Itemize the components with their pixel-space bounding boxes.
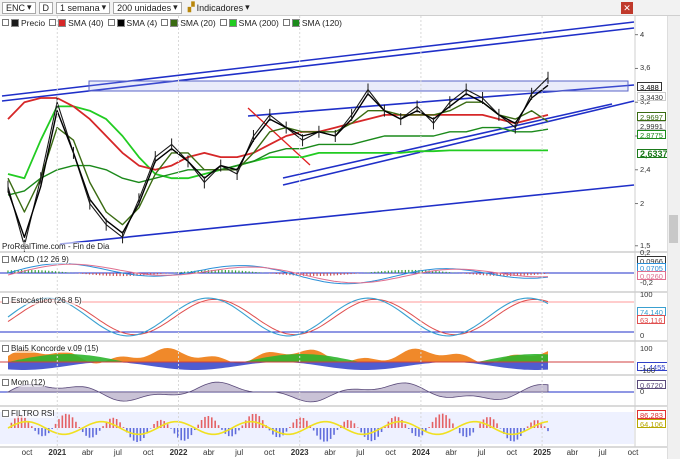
- stoch-k-line: [7, 297, 549, 337]
- chart-canvas: [0, 16, 667, 448]
- macd-axis-tick: -0,2: [640, 278, 653, 287]
- x-axis-month-label: abr: [324, 448, 336, 457]
- rsi-label: FILTRO RSI: [2, 409, 55, 418]
- watermark: ProRealTime.com - Fin de Dia: [2, 242, 110, 251]
- series-sma-40-: [7, 97, 549, 171]
- stoch-axis-tick: 0: [640, 331, 645, 340]
- stoch-value-tag: 63,116: [637, 315, 666, 325]
- x-axis-month-label: oct: [142, 448, 154, 457]
- price-tag: 2,6337: [637, 149, 671, 159]
- price-tag: 2,8775: [637, 130, 666, 140]
- price-tag: 2,9697: [637, 112, 666, 122]
- x-axis-month-label: jul: [477, 448, 486, 457]
- stoch-axis-tick: 100: [640, 290, 653, 299]
- stoch-label: Estocástico (26 8 5): [2, 296, 82, 305]
- macd-axis-tick: 0,2: [640, 248, 651, 257]
- series-precio: [7, 77, 549, 247]
- y-axis-label: 4: [640, 29, 645, 39]
- mom-label-text: Mom (12): [11, 378, 46, 387]
- x-axis-year-label: 2024: [411, 448, 430, 457]
- konc-label-text: Blai5 Koncorde v.09 (15): [11, 344, 99, 353]
- x-axis-month-label: jul: [235, 448, 244, 457]
- y-axis-label: 2,4: [640, 164, 651, 174]
- konc-axis-tick: 100: [640, 344, 653, 353]
- x-axis-month-label: oct: [385, 448, 396, 457]
- rsi-value-tag: 64,106: [637, 419, 666, 429]
- rsi-label-text: FILTRO RSI: [11, 409, 55, 418]
- trend-line: [282, 100, 635, 186]
- mom-area: [6, 381, 549, 403]
- series-sma-4-: [7, 84, 549, 238]
- x-axis-month-label: jul: [598, 448, 607, 457]
- x-axis-month-label: oct: [627, 448, 639, 457]
- stoch-checkbox[interactable]: [2, 297, 9, 304]
- watermark-text: ProRealTime.com - Fin de Dia: [2, 242, 110, 251]
- mom-label: Mom (12): [2, 378, 46, 387]
- rsi-value-tag: 86,283: [637, 410, 666, 420]
- x-axis-month-label: abr: [445, 448, 457, 457]
- mom-checkbox[interactable]: [2, 379, 9, 386]
- konc-axis-tick: -100: [640, 366, 656, 375]
- x-axis-month-label: abr: [203, 448, 215, 457]
- macd-label: MACD (12 26 9): [2, 255, 69, 264]
- macd-checkbox[interactable]: [2, 256, 9, 263]
- x-axis-month-label: abr: [81, 448, 94, 457]
- x-axis-year-label: 2022: [169, 448, 188, 457]
- price-tag: 3,488: [637, 82, 662, 92]
- konc-label: Blai5 Koncorde v.09 (15): [2, 344, 99, 353]
- rsi-checkbox[interactable]: [2, 410, 9, 417]
- konc-checkbox[interactable]: [2, 345, 9, 352]
- x-axis-month-label: oct: [21, 448, 33, 457]
- x-axis-month-label: jul: [113, 448, 122, 457]
- x-axis-month-label: abr: [566, 448, 579, 457]
- price-tag: 2,9991: [637, 121, 666, 131]
- x-axis-year-label: 2021: [48, 448, 67, 457]
- scrollbar-thumb[interactable]: [669, 215, 678, 243]
- stoch-label-text: Estocástico (26 8 5): [11, 296, 82, 305]
- x-axis-year-label: 2023: [290, 448, 309, 457]
- y-axis-label: 3,6: [640, 63, 651, 73]
- mom-axis-tick: 0: [640, 387, 645, 396]
- price-tag: 3,3430: [637, 92, 666, 102]
- y-axis-label: 2: [640, 198, 645, 208]
- x-axis-year-label: 2025: [533, 448, 551, 457]
- x-axis-month-label: jul: [356, 448, 365, 457]
- x-axis-month-label: oct: [506, 448, 518, 457]
- koncorde-blue-area: [8, 362, 548, 370]
- macd-label-text: MACD (12 26 9): [11, 255, 69, 264]
- x-axis-month-label: oct: [264, 448, 275, 457]
- stoch-d-line: [7, 298, 549, 336]
- series-sma-120-: [7, 126, 549, 196]
- series-sma-200-: [7, 105, 548, 180]
